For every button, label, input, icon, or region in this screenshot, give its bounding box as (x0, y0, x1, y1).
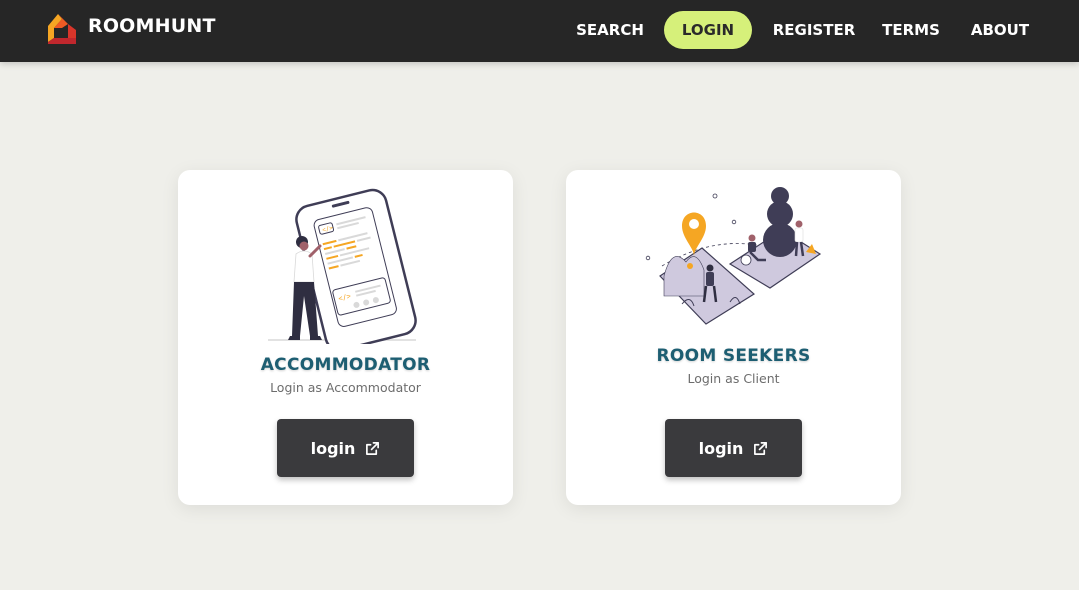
accommodator-login-button[interactable]: login (277, 419, 414, 477)
card-title: ACCOMMODATOR (260, 355, 431, 375)
nav-register-link[interactable]: REGISTER (770, 11, 858, 49)
button-label: login (698, 438, 744, 458)
accommodator-card: </> </> ACCOMMODATOR Login as Accommodat… (178, 170, 513, 505)
room-seekers-login-button[interactable]: login (665, 419, 802, 477)
nav-terms-link[interactable]: TERMS (878, 11, 944, 49)
card-subtitle: Login as Client (687, 371, 780, 386)
external-link-icon (366, 441, 380, 455)
nav-login-link[interactable]: LOGIN (664, 11, 752, 49)
brand[interactable]: ROOMHUNT (46, 12, 216, 44)
external-link-icon (754, 441, 768, 455)
person-with-phone-illustration: </> </> (268, 188, 417, 344)
house-logo-icon (48, 14, 76, 44)
nav-search-link[interactable]: SEARCH (570, 11, 650, 49)
location-search-illustration (645, 187, 822, 325)
card-title: ROOM SEEKERS (656, 346, 811, 366)
nav-about-link[interactable]: ABOUT (964, 11, 1036, 49)
top-navbar: ROOMHUNT SEARCH LOGIN REGISTER TERMS ABO… (0, 0, 1079, 62)
room-seekers-card: ROOM SEEKERS Login as Client login (566, 170, 901, 505)
button-label: login (310, 438, 356, 458)
brand-name: ROOMHUNT (88, 15, 216, 37)
card-subtitle: Login as Accommodator (270, 380, 421, 395)
